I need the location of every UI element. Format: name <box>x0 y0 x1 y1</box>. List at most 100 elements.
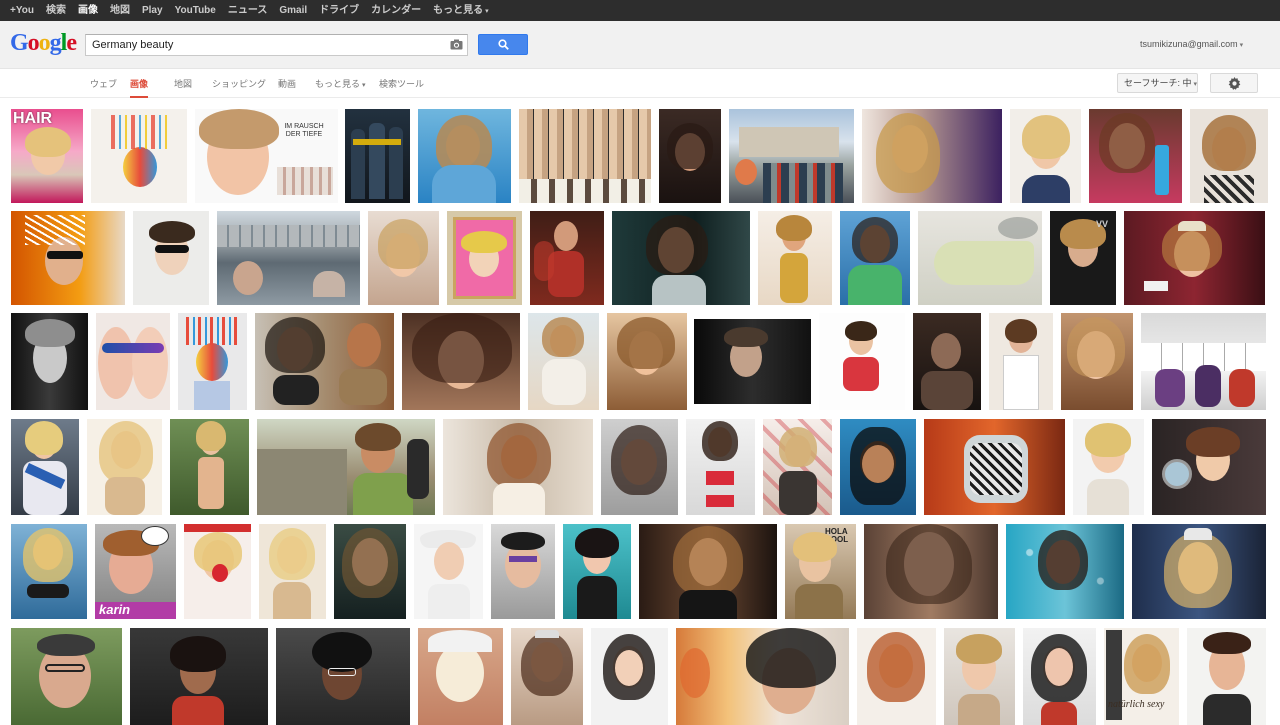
image-result[interactable] <box>1061 313 1133 410</box>
image-result[interactable] <box>217 211 360 305</box>
tab-more[interactable]: もっと見る ▾ <box>315 77 366 97</box>
tab-videos[interactable]: 動画 <box>278 77 296 97</box>
search-input[interactable] <box>92 37 432 53</box>
image-result[interactable] <box>639 524 777 619</box>
image-result[interactable] <box>1023 628 1096 725</box>
tab-search-tools[interactable]: 検索ツール <box>379 77 424 97</box>
image-result[interactable] <box>1010 109 1081 203</box>
image-result[interactable] <box>918 211 1042 305</box>
image-result[interactable] <box>857 628 936 725</box>
image-result[interactable] <box>1124 211 1265 305</box>
image-result[interactable] <box>607 313 687 410</box>
image-result[interactable] <box>91 109 187 203</box>
magazine-title: HAIR <box>13 110 53 127</box>
tab-maps[interactable]: 地図 <box>174 77 192 97</box>
image-result[interactable]: HOLA COOL <box>785 524 856 619</box>
image-result[interactable] <box>1089 109 1182 203</box>
topbar-more[interactable]: もっと見る ▾ <box>427 0 495 21</box>
image-result[interactable] <box>1190 109 1268 203</box>
image-result[interactable] <box>729 109 854 203</box>
image-result[interactable] <box>443 419 593 515</box>
image-result[interactable] <box>601 419 678 515</box>
safesearch-dropdown[interactable]: セーフサーチ: 中 ▾ <box>1117 73 1198 93</box>
image-result[interactable] <box>763 419 832 515</box>
image-result[interactable] <box>418 109 511 203</box>
image-result[interactable] <box>184 524 251 619</box>
settings-button[interactable] <box>1210 73 1258 93</box>
google-logo[interactable]: Google <box>10 30 77 57</box>
image-result[interactable] <box>11 628 122 725</box>
image-result[interactable]: HAIR <box>11 109 83 203</box>
image-result[interactable]: natürlich sexy <box>1104 628 1179 725</box>
topbar-you[interactable]: +You <box>4 0 40 21</box>
topbar-images[interactable]: 画像 <box>72 0 104 21</box>
image-result[interactable] <box>511 628 583 725</box>
image-result[interactable] <box>676 628 849 725</box>
image-result[interactable] <box>414 524 483 619</box>
camera-icon[interactable] <box>450 39 463 50</box>
image-result[interactable] <box>1152 419 1266 515</box>
image-result[interactable] <box>257 419 435 515</box>
image-result[interactable] <box>447 211 522 305</box>
tab-images[interactable]: 画像 <box>130 77 149 98</box>
topbar-calendar[interactable]: カレンダー <box>365 0 427 21</box>
search-button[interactable] <box>478 34 528 55</box>
image-result[interactable] <box>130 628 268 725</box>
image-result[interactable] <box>1073 419 1144 515</box>
image-result[interactable] <box>133 211 209 305</box>
topbar-search[interactable]: 検索 <box>40 0 72 21</box>
image-result[interactable] <box>862 109 1002 203</box>
topbar-youtube[interactable]: YouTube <box>169 0 222 21</box>
image-result[interactable] <box>11 313 88 410</box>
image-result[interactable] <box>1187 628 1266 725</box>
image-result[interactable] <box>11 419 79 515</box>
image-result[interactable] <box>528 313 599 410</box>
tab-shopping[interactable]: ショッピング <box>212 77 266 97</box>
image-result[interactable] <box>1132 524 1266 619</box>
image-result[interactable] <box>758 211 832 305</box>
image-result[interactable] <box>1141 313 1266 410</box>
image-result[interactable] <box>96 313 170 410</box>
image-result[interactable] <box>686 419 755 515</box>
image-result[interactable] <box>612 211 750 305</box>
image-result[interactable] <box>989 313 1053 410</box>
image-result[interactable] <box>11 524 87 619</box>
tab-web[interactable]: ウェブ <box>90 77 117 97</box>
image-result[interactable] <box>913 313 981 410</box>
image-result[interactable] <box>530 211 604 305</box>
image-result[interactable] <box>591 628 668 725</box>
image-result[interactable] <box>840 419 916 515</box>
image-result[interactable] <box>178 313 247 410</box>
image-result[interactable] <box>255 313 394 410</box>
image-result[interactable] <box>944 628 1015 725</box>
topbar-maps[interactable]: 地図 <box>104 0 136 21</box>
image-result[interactable] <box>840 211 910 305</box>
topbar-gmail[interactable]: Gmail <box>273 0 313 21</box>
image-result[interactable] <box>11 211 125 305</box>
image-result[interactable]: IM RAUSCH DER TIEFE <box>195 109 338 203</box>
image-result[interactable] <box>924 419 1065 515</box>
image-result[interactable] <box>402 313 520 410</box>
topbar-news[interactable]: ニュース <box>222 0 274 21</box>
topbar-play[interactable]: Play <box>136 0 169 21</box>
image-result[interactable]: karin <box>95 524 176 619</box>
image-result[interactable] <box>368 211 439 305</box>
image-result[interactable] <box>334 524 406 619</box>
image-result[interactable] <box>259 524 326 619</box>
image-result[interactable] <box>519 109 651 203</box>
image-result[interactable] <box>170 419 249 515</box>
image-result[interactable] <box>864 524 998 619</box>
image-result[interactable] <box>491 524 555 619</box>
image-result[interactable] <box>563 524 631 619</box>
image-result[interactable] <box>694 319 811 404</box>
account-menu[interactable]: tsumikizuna@gmail.com ▾ <box>1140 39 1243 49</box>
image-result[interactable] <box>418 628 503 725</box>
image-result[interactable] <box>276 628 410 725</box>
image-result[interactable] <box>819 313 905 410</box>
image-result[interactable]: VV <box>1050 211 1116 305</box>
image-result[interactable] <box>87 419 162 515</box>
image-result[interactable] <box>345 109 410 203</box>
image-result[interactable] <box>659 109 721 203</box>
topbar-drive[interactable]: ドライブ <box>313 0 365 21</box>
image-result[interactable] <box>1006 524 1124 619</box>
